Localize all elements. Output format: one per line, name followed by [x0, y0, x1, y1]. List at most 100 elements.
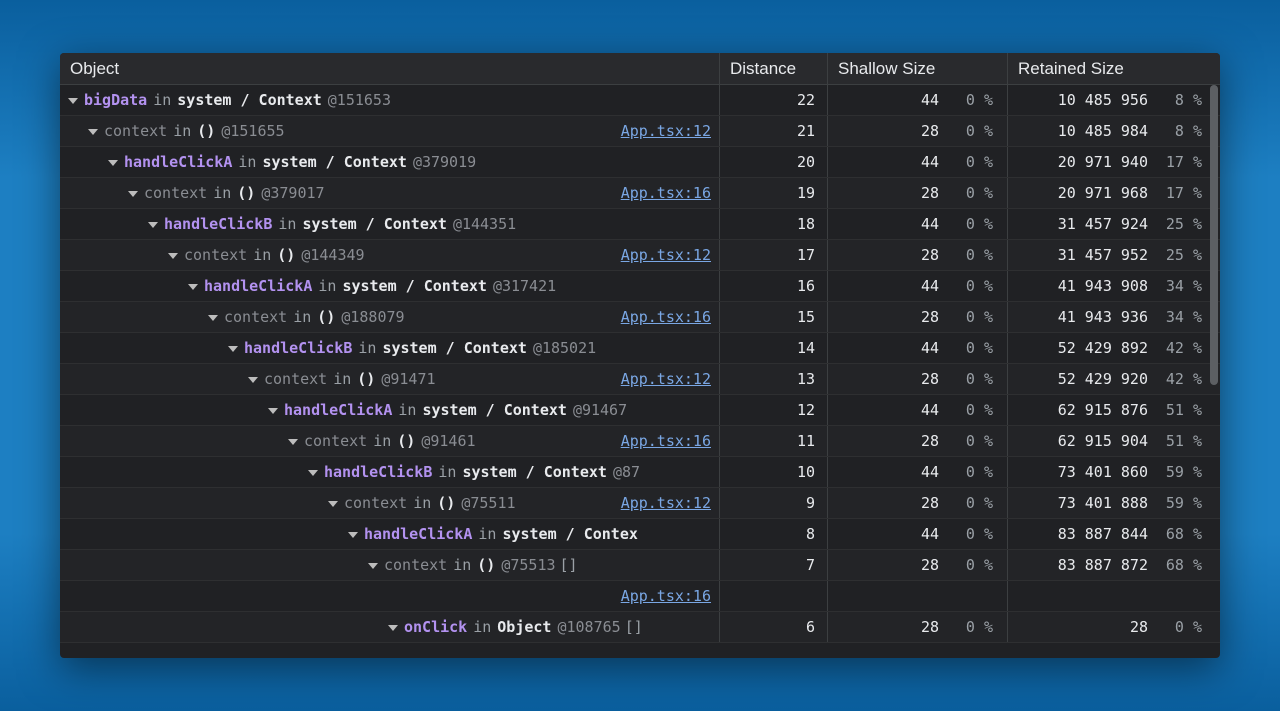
- property-name: handleClickA: [124, 153, 232, 171]
- column-header-distance[interactable]: Distance: [720, 53, 828, 84]
- retained-value: 31 457 952: [1058, 246, 1148, 264]
- table-row[interactable]: contextin()@75511App.tsx:129280 %73 401 …: [60, 488, 1220, 519]
- property-name: handleClickB: [164, 215, 272, 233]
- expand-caret-icon[interactable]: [288, 439, 298, 445]
- shallow-value: 44: [921, 401, 939, 419]
- cell-object: handleClickAinsystem / Context@91467: [60, 395, 720, 425]
- cell-retained: 41 943 93634 %: [1008, 302, 1220, 332]
- expand-caret-icon[interactable]: [248, 377, 258, 383]
- expand-caret-icon[interactable]: [168, 253, 178, 259]
- cell-distance: 14: [720, 333, 828, 363]
- table-body: bigDatainsystem / Context@15165322440 %1…: [60, 85, 1220, 658]
- source-link[interactable]: App.tsx:12: [621, 494, 711, 512]
- shallow-percent: 0 %: [953, 215, 993, 233]
- cell-distance: 22: [720, 85, 828, 115]
- retained-percent: 59 %: [1162, 463, 1202, 481]
- table-row[interactable]: handleClickBinsystem / Context@185021144…: [60, 333, 1220, 364]
- shallow-value: 44: [921, 463, 939, 481]
- table-row[interactable]: contextin()@91461App.tsx:1611280 %62 915…: [60, 426, 1220, 457]
- source-link[interactable]: App.tsx:16: [621, 587, 711, 605]
- expand-caret-icon[interactable]: [148, 222, 158, 228]
- expand-caret-icon[interactable]: [368, 563, 378, 569]
- expand-caret-icon[interactable]: [388, 625, 398, 631]
- expand-caret-icon[interactable]: [88, 129, 98, 135]
- retained-value: 62 915 876: [1058, 401, 1148, 419]
- retained-value: 28: [1130, 618, 1148, 636]
- cell-distance: 18: [720, 209, 828, 239]
- cell-shallow: 280 %: [828, 178, 1008, 208]
- object-id: @188079: [341, 308, 404, 326]
- table-row[interactable]: handleClickAinsystem / Contex8440 %83 88…: [60, 519, 1220, 550]
- container-name: (): [237, 184, 255, 202]
- shallow-value: 44: [921, 525, 939, 543]
- expand-caret-icon[interactable]: [108, 160, 118, 166]
- table-row[interactable]: contextin()@75513[]7280 %83 887 87268 %: [60, 550, 1220, 581]
- table-row[interactable]: contextin()@188079App.tsx:1615280 %41 94…: [60, 302, 1220, 333]
- table-row[interactable]: contextin()@144349App.tsx:1217280 %31 45…: [60, 240, 1220, 271]
- expand-caret-icon[interactable]: [128, 191, 138, 197]
- retained-percent: 51 %: [1162, 432, 1202, 450]
- object-id: @151653: [328, 91, 391, 109]
- in-keyword: in: [398, 401, 416, 419]
- container-name: system / Context: [262, 153, 407, 171]
- shallow-percent: 0 %: [953, 432, 993, 450]
- table-row[interactable]: handleClickAinsystem / Context@914671244…: [60, 395, 1220, 426]
- table-row[interactable]: handleClickBinsystem / Context@8710440 %…: [60, 457, 1220, 488]
- table-row[interactable]: bigDatainsystem / Context@15165322440 %1…: [60, 85, 1220, 116]
- in-keyword: in: [333, 370, 351, 388]
- table-row[interactable]: handleClickAinsystem / Context@379019204…: [60, 147, 1220, 178]
- shallow-value: 44: [921, 277, 939, 295]
- cell-retained: 31 457 92425 %: [1008, 209, 1220, 239]
- shallow-percent: 0 %: [953, 525, 993, 543]
- source-link[interactable]: App.tsx:16: [621, 432, 711, 450]
- table-row[interactable]: handleClickBinsystem / Context@144351184…: [60, 209, 1220, 240]
- container-name: system / Context: [382, 339, 527, 357]
- expand-caret-icon[interactable]: [268, 408, 278, 414]
- retained-value: 83 887 844: [1058, 525, 1148, 543]
- container-name: (): [317, 308, 335, 326]
- cell-object: handleClickAinsystem / Context@379019: [60, 147, 720, 177]
- table-row[interactable]: contextin()@151655App.tsx:1221280 %10 48…: [60, 116, 1220, 147]
- shallow-percent: 0 %: [953, 153, 993, 171]
- cell-shallow: [828, 581, 1008, 611]
- expand-caret-icon[interactable]: [188, 284, 198, 290]
- cell-shallow: 440 %: [828, 457, 1008, 487]
- source-link[interactable]: App.tsx:16: [621, 308, 711, 326]
- column-header-object[interactable]: Object: [60, 53, 720, 84]
- column-header-shallow[interactable]: Shallow Size: [828, 53, 1008, 84]
- source-link[interactable]: App.tsx:12: [621, 122, 711, 140]
- table-row[interactable]: handleClickAinsystem / Context@31742116 4…: [60, 271, 1220, 302]
- shallow-value: 28: [921, 184, 939, 202]
- expand-caret-icon[interactable]: [308, 470, 318, 476]
- table-row[interactable]: contextin()@91471App.tsx:1213280 %52 429…: [60, 364, 1220, 395]
- cell-object: contextin()@75511App.tsx:12: [60, 488, 720, 518]
- retained-percent: 51 %: [1162, 401, 1202, 419]
- column-header-retained[interactable]: Retained Size: [1008, 53, 1220, 84]
- cell-retained: 73 401 86059 %: [1008, 457, 1220, 487]
- retained-value: 52 429 892: [1058, 339, 1148, 357]
- expand-caret-icon[interactable]: [228, 346, 238, 352]
- table-row[interactable]: contextin()@379017App.tsx:1619280 %20 97…: [60, 178, 1220, 209]
- retained-value: 10 485 984: [1058, 122, 1148, 140]
- cell-shallow: 280 %: [828, 302, 1008, 332]
- cell-object: handleClickBinsystem / Context@144351: [60, 209, 720, 239]
- expand-caret-icon[interactable]: [68, 98, 78, 104]
- property-name: context: [104, 122, 167, 140]
- table-row[interactable]: App.tsx:16: [60, 581, 1220, 612]
- cell-distance: 16: [720, 271, 828, 301]
- cell-shallow: 280 %: [828, 488, 1008, 518]
- property-name: context: [384, 556, 447, 574]
- vertical-scrollbar[interactable]: [1210, 85, 1218, 385]
- cell-object: handleClickAinsystem / Contex: [60, 519, 720, 549]
- retained-percent: 68 %: [1162, 556, 1202, 574]
- expand-caret-icon[interactable]: [208, 315, 218, 321]
- source-link[interactable]: App.tsx:12: [621, 246, 711, 264]
- cell-retained: 83 887 87268 %: [1008, 550, 1220, 580]
- source-link[interactable]: App.tsx:16: [621, 184, 711, 202]
- expand-caret-icon[interactable]: [348, 532, 358, 538]
- expand-caret-icon[interactable]: [328, 501, 338, 507]
- cell-object: handleClickAinsystem / Context@317421: [60, 271, 720, 301]
- source-link[interactable]: App.tsx:12: [621, 370, 711, 388]
- table-row[interactable]: onClickinObject@108765[]6280 %280 %: [60, 612, 1220, 643]
- property-name: handleClickB: [244, 339, 352, 357]
